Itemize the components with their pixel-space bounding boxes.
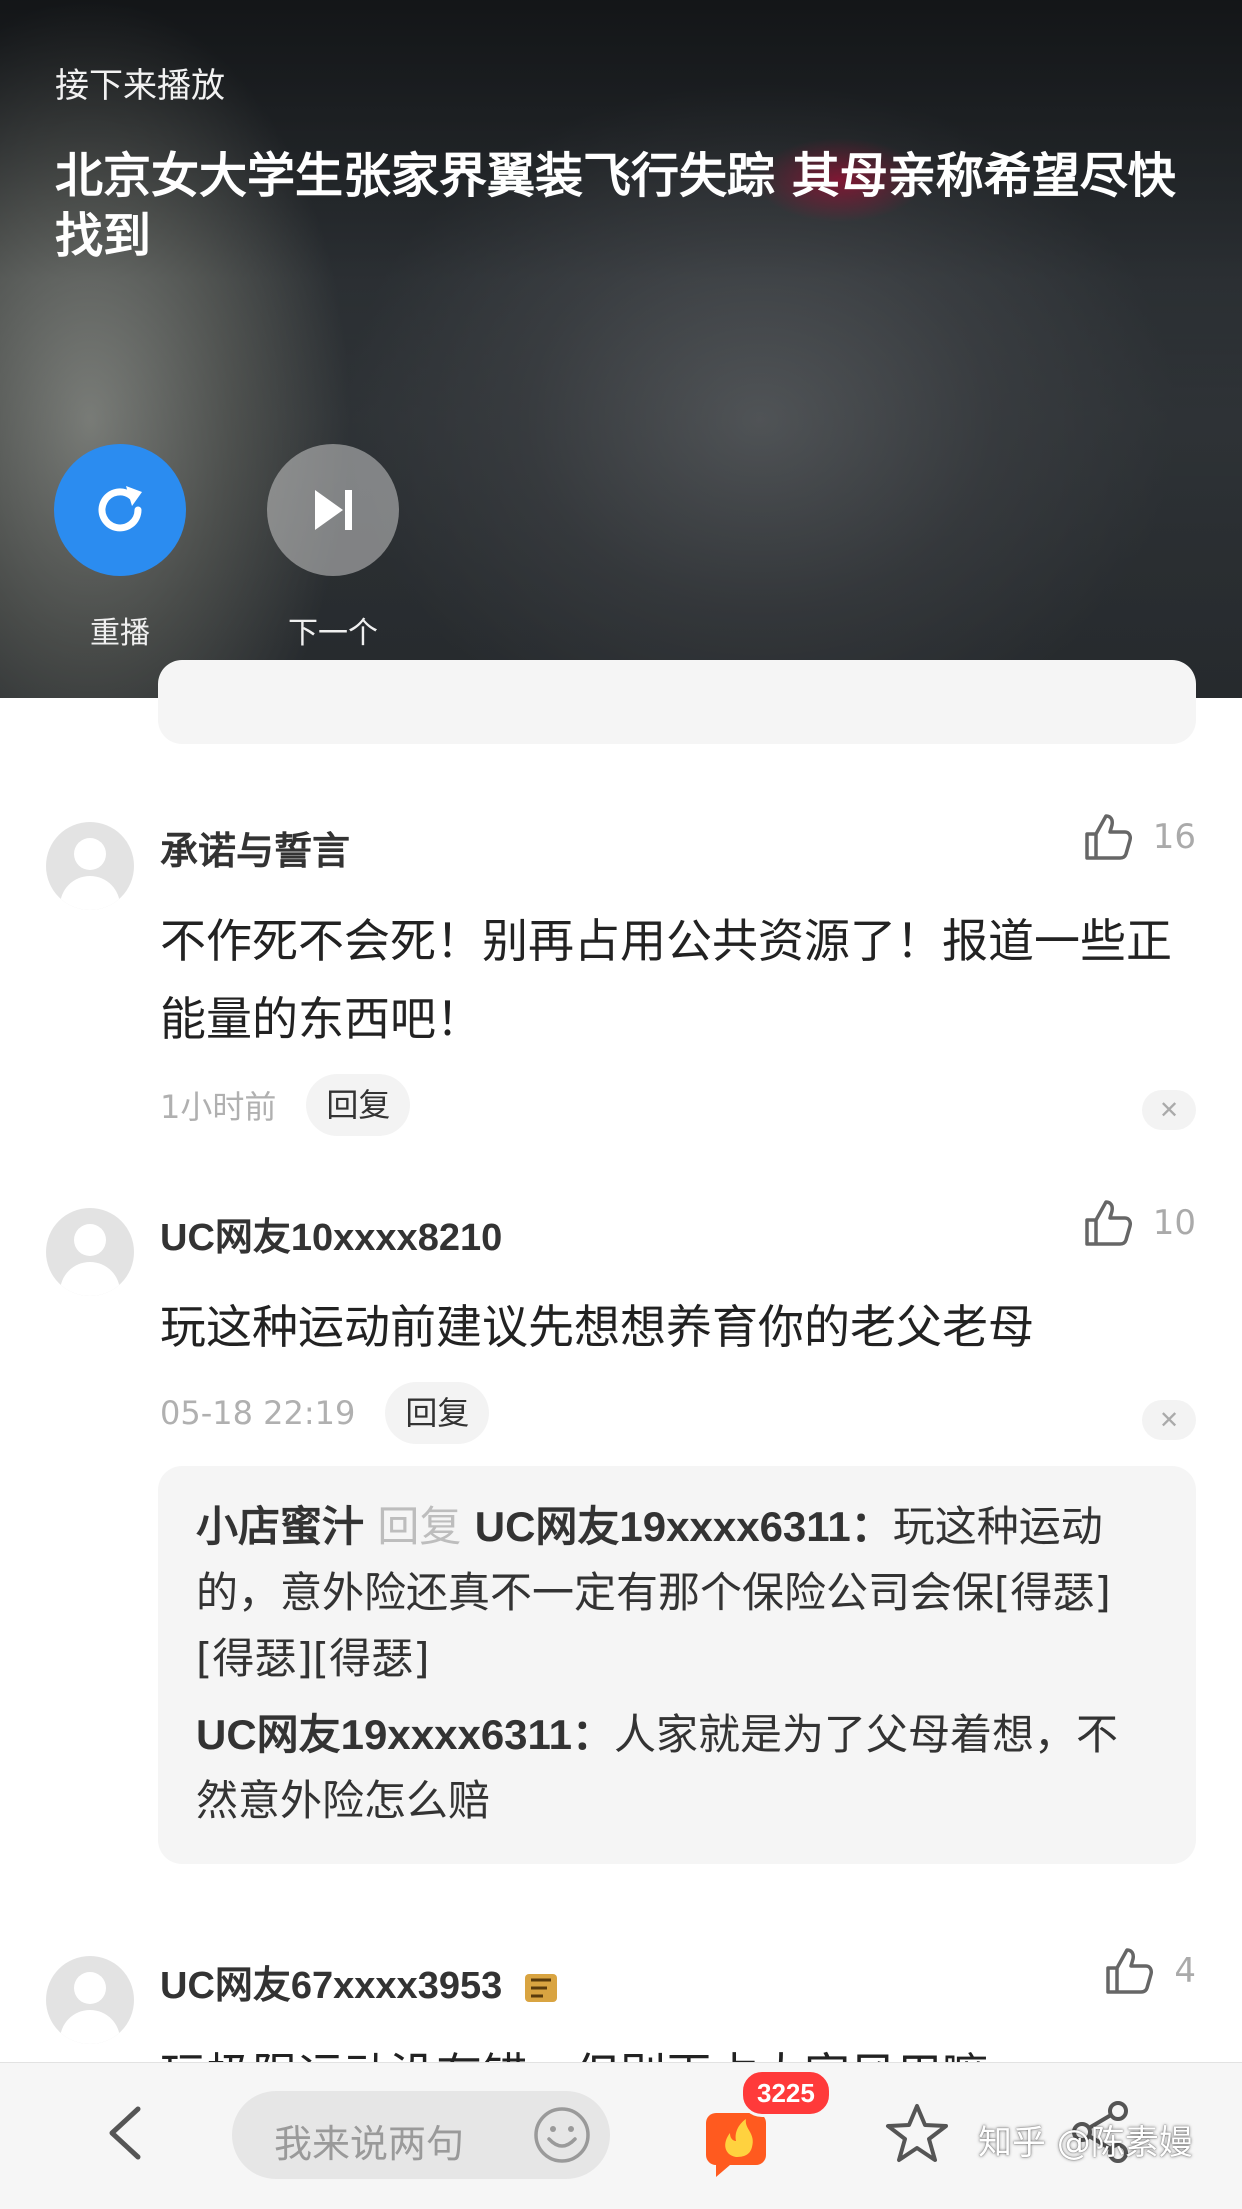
reply-username[interactable]: 小店蜜汁: [196, 1503, 364, 1550]
thumbs-up-icon: [1084, 814, 1132, 860]
reply-word: 回复: [377, 1502, 462, 1551]
replay-label: 重播: [90, 616, 150, 651]
up-next-title[interactable]: 北京女大学生张家界翼装飞行失踪 其母亲称希望尽快找到: [55, 146, 1185, 266]
thumbs-up-icon: [1084, 1200, 1132, 1246]
bottom-toolbar: 我来说两句 3225 知乎 @陈素嫚: [0, 2062, 1242, 2209]
avatar[interactable]: [46, 1208, 134, 1296]
reply-target-username[interactable]: UC网友19xxxx6311：: [475, 1503, 893, 1550]
previous-reply-box: [158, 660, 1196, 744]
comment-username[interactable]: 承诺与誓言: [160, 820, 350, 875]
dismiss-button[interactable]: ✕: [1142, 1090, 1196, 1130]
medal-icon: [524, 1973, 557, 2002]
comment-username-text: UC网友67xxxx3953: [160, 1965, 503, 2007]
comment-input[interactable]: 我来说两句: [232, 2091, 610, 2179]
up-next-label: 接下来播放: [55, 66, 225, 106]
emoji-icon[interactable]: [532, 2105, 592, 2165]
avatar[interactable]: [46, 822, 134, 910]
comment-time: 1小时前: [160, 1088, 277, 1126]
comment-meta: 1小时前 回复: [160, 1074, 411, 1136]
like-count: 16: [1152, 817, 1196, 857]
like-button[interactable]: 4: [1104, 1946, 1196, 1996]
close-icon: ✕: [1158, 1406, 1180, 1434]
like-count: 10: [1152, 1203, 1196, 1243]
like-count: 4: [1174, 1951, 1196, 1991]
comment-meta: 05-18 22:19 回复: [160, 1382, 490, 1444]
reply-button[interactable]: 回复: [385, 1382, 490, 1444]
reply-item: UC网友19xxxx6311：人家就是为了父母着想，不然意外险怎么赔: [196, 1702, 1158, 1834]
comment-text: 玩这种运动前建议先想想养育你的老父老母: [160, 1300, 1034, 1354]
reply-item: 小店蜜汁 回复 UC网友19xxxx6311：玩这种运动的，意外险还真不一定有那…: [196, 1494, 1158, 1692]
reply-button[interactable]: 回复: [306, 1074, 411, 1136]
back-chevron-icon[interactable]: [100, 2103, 150, 2163]
video-end-overlay: 接下来播放 北京女大学生张家界翼装飞行失踪 其母亲称希望尽快找到 重播 下一个: [0, 0, 1242, 698]
comment-text: 不作死不会死！别再占用公共资源了！报道一些正能量的东西吧！: [160, 914, 1172, 1046]
nested-replies[interactable]: 小店蜜汁 回复 UC网友19xxxx6311：玩这种运动的，意外险还真不一定有那…: [158, 1466, 1196, 1864]
comment-time: 05-18 22:19: [160, 1394, 356, 1432]
replay-icon: [98, 486, 142, 532]
skip-next-icon: [315, 490, 352, 530]
replay-button[interactable]: [54, 444, 186, 576]
comment-username[interactable]: UC网友10xxxx8210: [160, 1206, 502, 1261]
star-icon[interactable]: [884, 2101, 950, 2167]
reply-username[interactable]: UC网友19xxxx6311：: [196, 1711, 614, 1758]
dismiss-button[interactable]: ✕: [1142, 1400, 1196, 1440]
next-video-label: 下一个: [288, 616, 378, 651]
avatar[interactable]: [46, 1956, 134, 2044]
like-button[interactable]: 10: [1083, 1198, 1196, 1248]
like-button[interactable]: 16: [1083, 812, 1196, 862]
thumbs-up-icon: [1106, 1948, 1154, 1994]
next-video-button[interactable]: [267, 444, 399, 576]
comment-username[interactable]: UC网友67xxxx3953: [160, 1954, 561, 2009]
hot-count-badge: 3225: [740, 2069, 832, 2117]
close-icon: ✕: [1158, 1096, 1180, 1124]
watermark: 知乎 @陈素嫚: [978, 2123, 1193, 2163]
comment-input-placeholder: 我来说两句: [274, 2122, 465, 2166]
